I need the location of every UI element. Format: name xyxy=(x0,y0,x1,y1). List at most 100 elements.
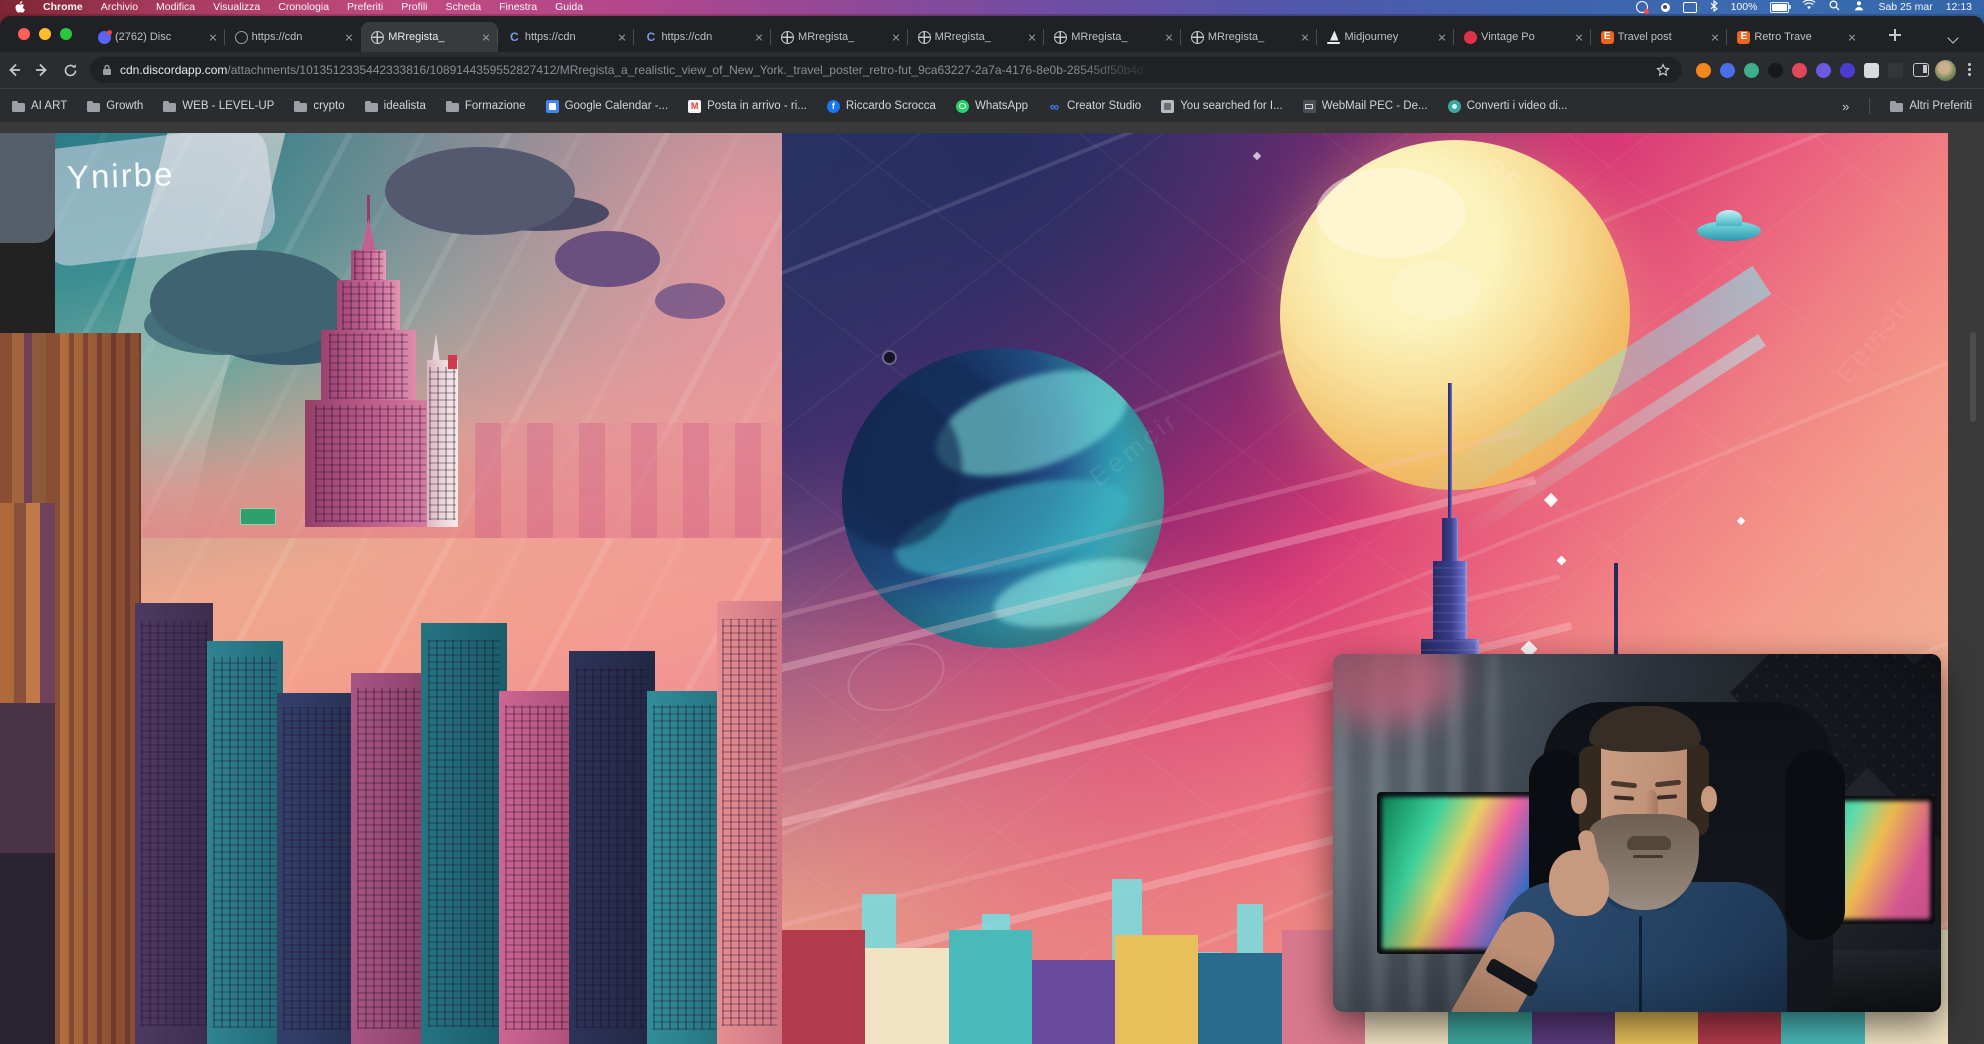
tab-close-icon[interactable] xyxy=(753,31,765,43)
scrollbar-thumb[interactable] xyxy=(1970,332,1976,422)
bookmark-item[interactable]: WhatsApp xyxy=(956,100,1028,113)
tab-close-icon[interactable] xyxy=(1709,31,1721,43)
menu-item[interactable]: Chrome xyxy=(43,1,83,13)
bookmark-item[interactable]: Formazione xyxy=(446,100,526,113)
mouse-cursor xyxy=(884,352,895,363)
tab-search-chevron-icon[interactable] xyxy=(1948,34,1960,42)
apple-menu-icon[interactable] xyxy=(14,1,25,13)
tab-title: MRregista_ xyxy=(935,31,1023,43)
display-icon[interactable] xyxy=(1683,2,1697,13)
browser-tab[interactable]: E Retro Trave xyxy=(1727,22,1864,52)
menu-item[interactable]: Guida xyxy=(555,1,583,13)
browser-tab[interactable]: MRregista_ xyxy=(771,22,908,52)
grid-extension-icon[interactable] xyxy=(1864,63,1879,78)
new-tab-button[interactable] xyxy=(1884,24,1906,46)
poster-left-retro-nyc[interactable]: Ynirbe xyxy=(55,133,782,1044)
minimize-window-button[interactable] xyxy=(39,28,51,40)
browser-tab[interactable]: C https://cdn xyxy=(634,22,771,52)
menu-item[interactable]: Profili xyxy=(401,1,427,13)
menu-item[interactable]: Visualizza xyxy=(213,1,260,13)
other-bookmarks-folder[interactable]: Altri Preferiti xyxy=(1890,100,1972,113)
wifi-icon[interactable] xyxy=(1802,0,1816,14)
menu-item[interactable]: Archivio xyxy=(101,1,138,13)
tab-close-icon[interactable] xyxy=(480,31,492,43)
browser-tab[interactable]: MRregista_ xyxy=(1181,22,1318,52)
bluetooth-icon[interactable] xyxy=(1710,0,1718,15)
bookmark-item[interactable]: Converti i video di... xyxy=(1448,100,1568,113)
bookmark-label: Creator Studio xyxy=(1067,100,1141,112)
close-window-button[interactable] xyxy=(18,28,30,40)
address-bar[interactable]: cdn.discordapp.com/attachments/101351233… xyxy=(90,57,1682,83)
bookmark-item[interactable]: WEB - LEVEL-UP xyxy=(163,100,274,113)
profile-avatar[interactable] xyxy=(1935,60,1956,81)
browser-tab[interactable]: Midjourney xyxy=(1317,22,1454,52)
spotlight-search-icon[interactable] xyxy=(1829,0,1840,14)
green-sign xyxy=(240,508,276,525)
purple-extension-icon[interactable] xyxy=(1816,63,1831,78)
side-panel-icon[interactable] xyxy=(1913,63,1929,77)
macos-menu-bar: Chrome Archivio Modifica Visualizza Cron… xyxy=(0,0,1984,14)
folder-icon xyxy=(1890,100,1903,113)
browser-tab[interactable]: C https://cdn xyxy=(498,22,635,52)
menu-item[interactable]: Cronologia xyxy=(278,1,329,13)
tab-close-icon[interactable] xyxy=(1163,31,1175,43)
tab-close-icon[interactable] xyxy=(1299,31,1311,43)
browser-tab[interactable]: MRregista_ xyxy=(1044,22,1181,52)
bookmark-item[interactable]: ∞ Creator Studio xyxy=(1048,100,1141,113)
bookmark-item[interactable]: crypto xyxy=(294,100,344,113)
forward-button[interactable] xyxy=(28,56,56,84)
bookmark-item[interactable]: f Riccardo Scrocca xyxy=(827,100,936,113)
reload-button[interactable] xyxy=(56,56,84,84)
tab-close-icon[interactable] xyxy=(616,31,628,43)
bookmark-item[interactable]: Growth xyxy=(87,100,143,113)
menu-item[interactable]: Modifica xyxy=(156,1,195,13)
tab-close-icon[interactable] xyxy=(1026,31,1038,43)
indigo-extension-icon[interactable] xyxy=(1840,63,1855,78)
menu-item[interactable]: Scheda xyxy=(446,1,482,13)
metamask-extension-icon[interactable] xyxy=(1696,63,1711,78)
browser-tab[interactable]: E Travel post xyxy=(1591,22,1728,52)
chrome-menu-icon[interactable] xyxy=(1962,61,1976,79)
etsy-icon: E xyxy=(1601,31,1614,44)
status-app-icon[interactable] xyxy=(1661,3,1670,12)
tab-close-icon[interactable] xyxy=(1573,31,1585,43)
menu-bar-date[interactable]: Sab 25 mar xyxy=(1878,1,1932,13)
browser-tab[interactable]: https://cdn xyxy=(225,22,362,52)
bookmark-item[interactable]: AI ART xyxy=(12,100,67,113)
back-button[interactable] xyxy=(0,56,28,84)
browser-tab[interactable]: MRregista_ xyxy=(908,22,1045,52)
browser-tab[interactable]: Vintage Po xyxy=(1454,22,1591,52)
browser-tab[interactable]: (2762) Disc xyxy=(88,22,225,52)
bookmark-item[interactable]: Google Calendar -... xyxy=(546,100,669,113)
stamp-extension-icon[interactable] xyxy=(1888,63,1903,78)
tab-close-icon[interactable] xyxy=(343,31,355,43)
ssl-lock-icon[interactable] xyxy=(102,64,112,76)
browser-tab[interactable]: MRregista_ xyxy=(361,22,498,52)
menu-item[interactable]: Finestra xyxy=(499,1,537,13)
green-extension-icon[interactable] xyxy=(1744,63,1759,78)
bookmarks-overflow-chevron[interactable]: » xyxy=(1842,99,1849,114)
menu-bar-clock[interactable]: 12:13 xyxy=(1946,1,1972,13)
tab-title: Retro Trave xyxy=(1754,31,1842,43)
tab-title: MRregista_ xyxy=(1071,31,1159,43)
bookmark-item[interactable]: M Posta in arrivo - ri... xyxy=(688,100,807,113)
tab-close-icon[interactable] xyxy=(1846,31,1858,43)
menu-item[interactable]: Preferiti xyxy=(347,1,383,13)
page-content: Ynirbe xyxy=(0,122,1984,1044)
empire-state-building xyxy=(305,400,436,527)
bookmark-item[interactable]: You searched for I... xyxy=(1161,100,1283,113)
window-controls xyxy=(18,28,72,40)
bookmark-item[interactable]: WebMail PEC - De... xyxy=(1303,100,1428,113)
bookmark-item[interactable]: idealista xyxy=(365,100,426,113)
tab-close-icon[interactable] xyxy=(207,31,219,43)
red-extension-icon[interactable] xyxy=(1792,63,1807,78)
blue-extension-icon[interactable] xyxy=(1720,63,1735,78)
control-center-icon[interactable] xyxy=(1853,0,1865,14)
zoom-window-button[interactable] xyxy=(60,28,72,40)
screen-record-icon[interactable] xyxy=(1636,1,1648,13)
bookmark-star-icon[interactable] xyxy=(1656,63,1670,77)
dark-extension-icon[interactable] xyxy=(1768,63,1783,78)
tab-close-icon[interactable] xyxy=(890,31,902,43)
tab-close-icon[interactable] xyxy=(1436,31,1448,43)
etsy-icon: E xyxy=(1737,31,1750,44)
